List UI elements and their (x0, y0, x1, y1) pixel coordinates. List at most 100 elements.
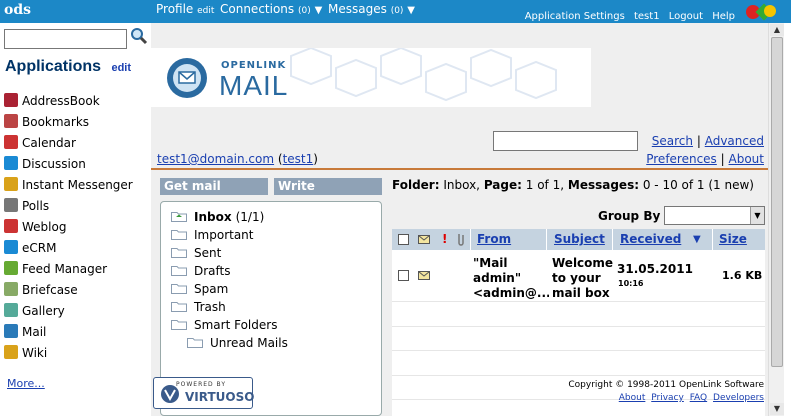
applications-edit-link[interactable]: edit (111, 62, 131, 74)
mail-search-input[interactable] (493, 131, 638, 151)
application-settings-link[interactable]: Application Settings (525, 11, 625, 22)
messages-menu[interactable]: Messages (0) ▼ (328, 2, 415, 16)
connections-menu[interactable]: Connections (0) ▼ (220, 2, 322, 16)
get-mail-button[interactable]: Get mail (160, 178, 268, 195)
folder-count: (1/1) (235, 210, 265, 224)
mail-time: 10:16 (618, 279, 644, 288)
sidebar-item-addressbook[interactable]: AddressBook (4, 93, 100, 111)
footer-privacy-link[interactable]: Privacy (651, 393, 684, 403)
sidebar-item-polls[interactable]: Polls (4, 198, 49, 216)
sidebar: Applications edit AddressBook Bookmarks Ca… (0, 23, 150, 416)
folder-label: Smart Folders (194, 318, 278, 332)
priority-icon: ! (442, 232, 448, 246)
connections-label[interactable]: Connections (220, 2, 294, 16)
footer-faq-link[interactable]: FAQ (690, 393, 707, 403)
profile-label[interactable]: Profile (156, 2, 193, 16)
sidebar-item-label: Feed Manager (22, 262, 108, 276)
folder-icon (171, 266, 187, 276)
sort-subject-link[interactable]: Subject (554, 232, 605, 246)
table-row[interactable]: "Mail admin" <admin@... Welcome to your … (392, 250, 765, 301)
folder-trash[interactable]: Trash (171, 300, 226, 314)
sidebar-item-feed-manager[interactable]: Feed Manager (4, 261, 107, 279)
select-all-checkbox[interactable] (398, 234, 409, 245)
mail-subject[interactable]: Welcome to your mail box (552, 256, 614, 301)
folder-icon (187, 338, 203, 348)
about-link[interactable]: About (729, 152, 764, 166)
ods-logo[interactable]: ods (4, 2, 31, 18)
folder-icon (171, 320, 187, 330)
mail-from[interactable]: "Mail admin" <admin@... (473, 256, 549, 301)
divider (612, 229, 613, 250)
weblog-icon (4, 219, 18, 233)
banner-mail-text: MAIL (219, 70, 289, 101)
account-email-link[interactable]: test1@domain.com (157, 152, 274, 166)
write-button[interactable]: Write (274, 178, 382, 195)
folder-unread-mails[interactable]: Unread Mails (187, 336, 288, 350)
chevron-down-icon[interactable]: ▼ (750, 207, 764, 224)
sidebar-item-calendar[interactable]: Calendar (4, 135, 76, 153)
messages-label[interactable]: Messages (328, 2, 387, 16)
sort-received-link[interactable]: Received (620, 232, 681, 246)
footer-about-link[interactable]: About (619, 393, 646, 403)
bookmarks-icon (4, 114, 18, 128)
folder-drafts[interactable]: Drafts (171, 264, 231, 278)
folder-important[interactable]: Important (171, 228, 254, 242)
divider (712, 229, 713, 250)
sidebar-item-label: Instant Messenger (22, 178, 133, 192)
search-icon[interactable] (130, 27, 148, 45)
openlink-mail-banner: OPENLINK MAIL (151, 48, 591, 107)
envelope-icon (418, 271, 430, 280)
advanced-search-link[interactable]: Advanced (705, 134, 764, 148)
sidebar-item-weblog[interactable]: Weblog (4, 219, 66, 237)
help-link[interactable]: Help (712, 11, 735, 22)
sort-size-link[interactable]: Size (719, 232, 747, 246)
sidebar-item-gallery[interactable]: Gallery (4, 303, 65, 321)
group-by-select[interactable]: ▼ (664, 206, 765, 225)
chevron-down-icon[interactable]: ▼ (315, 5, 323, 16)
profile-menu[interactable]: Profile edit (156, 2, 214, 16)
user-link[interactable]: test1 (634, 11, 660, 22)
divider (392, 326, 765, 327)
sidebar-item-wiki[interactable]: Wiki (4, 345, 47, 363)
briefcase-icon (4, 282, 18, 296)
sort-desc-icon[interactable]: ▼ (693, 234, 701, 245)
copyright-text: Copyright © 1998-2011 OpenLink Software (568, 380, 764, 390)
scrollbar-thumb[interactable] (771, 37, 783, 367)
folder-info: Folder: Inbox, Page: 1 of 1, Messages: 0… (392, 178, 768, 193)
sort-from-link[interactable]: From (477, 232, 511, 246)
vertical-scrollbar[interactable]: ▲ ▼ (768, 23, 784, 416)
sidebar-search-input[interactable] (4, 29, 127, 49)
chevron-down-icon[interactable]: ▼ (407, 5, 415, 16)
divider (392, 350, 765, 351)
folder-icon (171, 302, 187, 312)
virtuoso-logo[interactable]: POWERED BY VIRTUOSO (153, 377, 254, 409)
footer-links: About Privacy FAQ Developers (616, 393, 764, 403)
sidebar-item-discussion[interactable]: Discussion (4, 156, 86, 174)
folder-inbox[interactable]: Inbox (1/1) (171, 210, 264, 224)
mail-table-header: ! From Subject Received ▼ Size (392, 229, 765, 250)
account-user-link[interactable]: test1 (283, 152, 314, 166)
ods-shapes-icon (746, 3, 776, 21)
ecrm-icon (4, 240, 18, 254)
logout-link[interactable]: Logout (669, 11, 703, 22)
folder-label: Unread Mails (210, 336, 288, 350)
more-link[interactable]: More... (7, 377, 45, 390)
sidebar-item-briefcase[interactable]: Briefcase (4, 282, 78, 300)
mail-icon (4, 324, 18, 338)
calendar-icon (4, 135, 18, 149)
row-checkbox[interactable] (398, 270, 409, 281)
folder-spam[interactable]: Spam (171, 282, 228, 296)
scroll-up-icon[interactable]: ▲ (770, 24, 784, 36)
profile-edit-link[interactable]: edit (197, 6, 214, 16)
folder-smart-folders[interactable]: Smart Folders (171, 318, 277, 332)
folder-sent[interactable]: Sent (171, 246, 221, 260)
group-by-label: Group By (598, 209, 661, 223)
preferences-link[interactable]: Preferences (646, 152, 717, 166)
sidebar-item-bookmarks[interactable]: Bookmarks (4, 114, 89, 132)
sidebar-item-instant-messenger[interactable]: Instant Messenger (4, 177, 133, 195)
footer-developers-link[interactable]: Developers (713, 393, 764, 403)
search-link[interactable]: Search (652, 134, 693, 148)
sidebar-item-mail[interactable]: Mail (4, 324, 46, 342)
scroll-down-icon[interactable]: ▼ (770, 403, 784, 415)
sidebar-item-ecrm[interactable]: eCRM (4, 240, 56, 258)
